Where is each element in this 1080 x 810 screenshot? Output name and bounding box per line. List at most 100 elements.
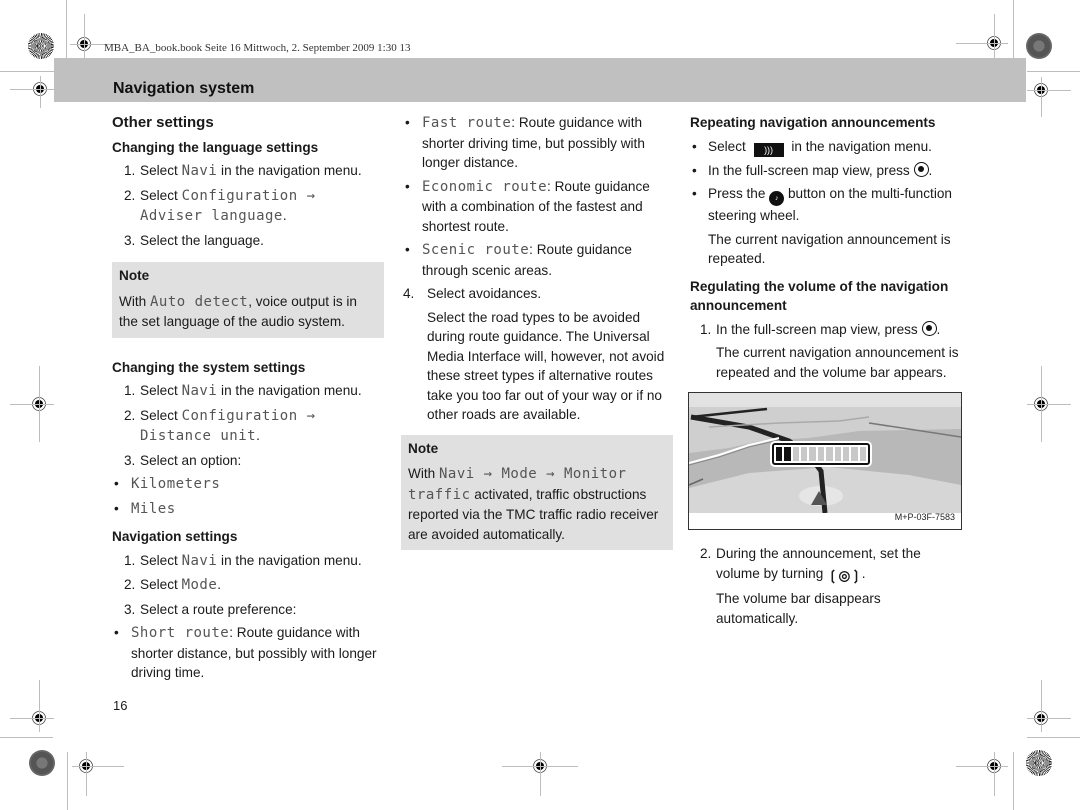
note-auto-detect: Note With Auto detect, voice output is i… [112, 262, 384, 338]
crop-mark [956, 766, 1008, 767]
note-text: With [119, 293, 150, 309]
route-fast: • Fast route: Route guidance with shorter… [403, 113, 671, 173]
volume-segment [801, 447, 808, 461]
system-step-1: 1. Select Navi in the navigation menu. [112, 381, 384, 402]
crop-mark [40, 76, 41, 108]
heading-regulating-volume: Regulating the volume of the navigation … [690, 278, 949, 314]
step-text: . [861, 565, 866, 581]
step-text: In the full-screen map view, press [716, 321, 922, 337]
volume-step-2-result: The volume bar disappears automatically. [716, 591, 881, 626]
crop-mark [1041, 77, 1042, 117]
crop-mark [1041, 680, 1042, 732]
heading-language-settings: Changing the language settings [112, 139, 319, 155]
bullet-text: . [928, 162, 933, 178]
step-text: Select the language. [140, 232, 264, 248]
step-number: 4. [403, 286, 415, 301]
crop-mark [994, 14, 995, 58]
menu-term: Short route [131, 625, 230, 641]
color-rosette-icon [29, 750, 55, 776]
controller-press-icon [913, 161, 929, 177]
menu-term: Navi [181, 383, 218, 399]
crop-mark [956, 43, 1008, 44]
crop-mark [66, 0, 67, 58]
language-step-3: 3. Select the language. [112, 231, 384, 251]
bullet-icon: • [114, 625, 119, 640]
step-text: in the navigation menu. [217, 552, 362, 568]
navigation-step-1: 1. Select Navi in the navigation menu. [112, 551, 384, 572]
crop-mark [72, 766, 124, 767]
step-number: 1. [124, 552, 136, 568]
volume-segment [809, 447, 816, 461]
step-text: in the navigation menu. [217, 163, 362, 178]
step-number: 3. [124, 452, 136, 468]
note-title: Note [119, 268, 150, 283]
volume-segment [784, 447, 791, 461]
step-text: Select [140, 552, 182, 568]
crop-mark [540, 752, 541, 796]
menu-term: Auto detect [149, 293, 249, 310]
step-text: Select avoidances. [427, 286, 542, 301]
crop-mark [1013, 0, 1014, 58]
step-number: 2. [700, 546, 712, 561]
controller-press-icon [921, 320, 937, 336]
step-text: Select [140, 163, 182, 178]
bullet-icon: • [405, 115, 410, 130]
map-volume-figure: M+P-03F-7583 [688, 392, 962, 530]
crop-mark [994, 752, 995, 796]
crop-mark [10, 89, 54, 90]
step-number: 1. [124, 383, 136, 398]
step-text: Select an option: [140, 452, 242, 468]
language-step-2: 2. Select Configuration → Adviser langua… [112, 186, 384, 227]
note-body: With Auto detect, voice output is in the… [119, 292, 377, 332]
voice-announcement-button-icon: ))) [753, 142, 784, 157]
crop-mark [1041, 366, 1042, 442]
step-text: . [217, 577, 222, 592]
step-text: Select [140, 577, 182, 592]
bullet-text: in the navigation menu. [787, 138, 932, 154]
repeat-option-steering-wheel: • Press the ♪ button on the multi-functio… [690, 184, 960, 226]
bullet-icon: • [405, 242, 410, 257]
bullet-icon: • [114, 500, 119, 516]
crop-mark [86, 752, 87, 796]
crop-mark [10, 404, 54, 405]
language-step-1: 1. Select Navi in the navigation menu. [112, 161, 384, 182]
note-body: With Navi → Mode → Monitor traffic activ… [408, 464, 666, 544]
color-rosette-icon [28, 33, 54, 59]
note-text: With [408, 466, 439, 481]
page-number: 16 [113, 698, 128, 713]
crop-mark [1013, 752, 1014, 810]
crop-mark [0, 737, 53, 738]
step-number: 3. [124, 601, 136, 617]
crop-mark [1027, 718, 1071, 719]
step-text: . [256, 428, 260, 443]
menu-term: Economic route [422, 178, 548, 195]
navigation-step-4: 4. Select avoidances. [403, 284, 671, 304]
color-rosette-icon [1026, 33, 1052, 59]
option-kilometers: • Kilometers [112, 474, 384, 495]
color-rosette-icon [1026, 750, 1052, 776]
route-economic: • Economic route: Route guidance with a c… [403, 177, 671, 237]
rotary-controller-turn-icon: ❲◎❳ [827, 567, 862, 583]
menu-term: Miles [131, 500, 176, 517]
step-text: in the navigation menu. [217, 383, 362, 398]
heading-repeating-announcements: Repeating navigation announcements [690, 115, 936, 130]
crop-mark [67, 752, 68, 810]
route-short: • Short route: Route guidance with shorte… [112, 623, 384, 683]
note-title: Note [408, 440, 439, 456]
bullet-icon: • [405, 178, 410, 194]
system-step-3: 3. Select an option: [112, 451, 384, 471]
heading-navigation-settings: Navigation settings [112, 529, 238, 544]
step-text: Select [140, 187, 182, 203]
step-number: 2. [124, 407, 136, 423]
heading-system-settings: Changing the system settings [112, 359, 306, 375]
crop-mark [10, 718, 54, 719]
menu-term: Scenic route [422, 242, 530, 258]
step-number: 1. [124, 163, 136, 178]
bullet-text: Press the [708, 186, 770, 201]
menu-term: Kilometers [131, 476, 221, 492]
volume-segment [792, 447, 800, 461]
crop-mark [84, 14, 85, 58]
crop-mark [1027, 737, 1080, 738]
figure-code: M+P-03F-7583 [894, 511, 955, 522]
bullet-icon: • [114, 476, 119, 491]
